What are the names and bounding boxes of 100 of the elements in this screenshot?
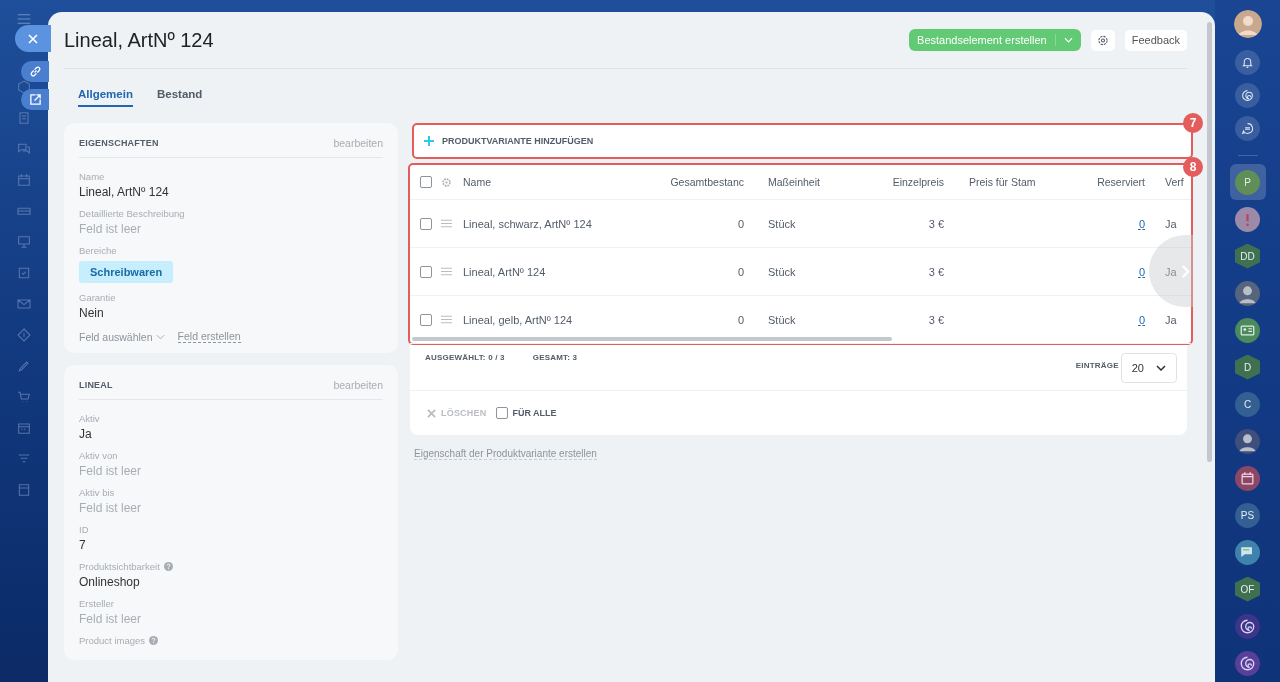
drag-handle-icon[interactable] — [441, 267, 452, 276]
chat-item[interactable]: DD — [1229, 238, 1266, 274]
contact-card-icon[interactable] — [1235, 317, 1260, 343]
sidebar-nav-icon[interactable] — [16, 265, 32, 281]
selected-count: AUSGEWÄHLT: 0 / 3 — [425, 353, 505, 362]
sidebar-nav-icon[interactable] — [16, 234, 32, 250]
sidebar-nav-icon[interactable] — [16, 141, 32, 157]
section-tag[interactable]: Schreibwaren — [79, 261, 174, 283]
column-header[interactable]: Gesamtbestanc — [643, 176, 744, 188]
user-avatar[interactable] — [1233, 10, 1262, 38]
drag-handle-icon[interactable] — [441, 219, 452, 228]
card-title: LINEAL — [79, 380, 113, 390]
field-label: Product images — [79, 635, 145, 646]
sidebar-nav-icon[interactable] — [16, 296, 32, 312]
reserved-link[interactable]: 0 — [1069, 217, 1145, 230]
person-avatar-icon[interactable] — [1235, 428, 1260, 454]
spiral-icon[interactable] — [1235, 83, 1260, 108]
field-value: 7 — [79, 538, 86, 552]
chat-item[interactable]: D — [1229, 349, 1266, 385]
sidebar-nav-icon[interactable] — [16, 482, 32, 498]
plus-icon — [424, 136, 434, 146]
sidebar-nav-icon[interactable] — [16, 327, 32, 343]
chat-avatar[interactable]: D — [1235, 354, 1260, 380]
feedback-button[interactable]: Feedback — [1124, 29, 1187, 51]
settings-icon[interactable] — [441, 176, 452, 188]
row-checkbox[interactable] — [420, 265, 432, 278]
field-value: Nein — [79, 306, 104, 320]
speech-bubble-icon[interactable] — [1235, 539, 1260, 565]
alert-icon[interactable] — [1235, 206, 1260, 232]
close-button[interactable] — [15, 25, 51, 52]
reserved-link[interactable]: 0 — [1069, 313, 1145, 326]
help-icon[interactable] — [163, 562, 173, 571]
sidebar-nav-icon[interactable] — [16, 358, 32, 374]
settings-icon — [1096, 33, 1109, 47]
settings-button[interactable] — [1090, 29, 1115, 51]
table-cell-text: 3 € — [927, 265, 944, 278]
field-value: Onlineshop — [79, 575, 140, 589]
sidebar-nav-icon[interactable] — [16, 389, 32, 405]
person-avatar-icon[interactable] — [1235, 280, 1260, 306]
tab[interactable]: Allgemein — [78, 86, 133, 107]
page-title: Lineal, ArtNº 124 — [64, 28, 215, 52]
table-cell-text: Stück — [767, 217, 797, 230]
entries-label: EINTRÄGE — [1075, 361, 1119, 370]
reserved-link[interactable]: 0 — [1069, 265, 1145, 278]
field-label: Aktiv bis — [79, 487, 115, 498]
chat-avatar[interactable]: C — [1235, 391, 1260, 417]
tab[interactable]: Bestand — [156, 86, 203, 107]
field-value: Feld ist leer — [79, 464, 142, 478]
open-external-button[interactable] — [21, 89, 49, 110]
for-all-checkbox[interactable] — [496, 407, 509, 419]
row-checkbox[interactable] — [420, 217, 432, 230]
table-cell-text: 0 — [736, 313, 744, 326]
sidebar-nav-icon[interactable] — [16, 172, 32, 188]
caret-icon[interactable] — [1063, 37, 1073, 43]
chat-avatar[interactable]: PS — [1235, 502, 1260, 528]
chat-swap-icon[interactable] — [1235, 116, 1260, 141]
card-title: EIGENSCHAFTEN — [79, 138, 159, 148]
link-button[interactable] — [21, 61, 49, 82]
column-header[interactable]: Preis für Stam — [944, 176, 1069, 188]
notification-bell-icon[interactable] — [1235, 50, 1260, 75]
column-header[interactable]: Einzelpreis — [868, 176, 944, 188]
table-cell: Ja — [1165, 313, 1177, 326]
link-icon — [28, 65, 42, 78]
column-header[interactable]: Verf — [1165, 176, 1184, 188]
sidebar-nav-icon[interactable] — [16, 420, 32, 436]
field-label: ID — [79, 524, 89, 535]
menu-icon[interactable] — [17, 14, 31, 24]
chat-item[interactable]: C — [1229, 386, 1266, 422]
table-cell-text: Lineal, gelb, ArtNº 124 — [463, 313, 574, 326]
calendar-icon[interactable] — [1235, 465, 1260, 491]
table-cell-text: Lineal, ArtNº 124 — [463, 265, 547, 278]
spiral-icon[interactable] — [1235, 613, 1260, 639]
chat-item[interactable]: P — [1229, 164, 1266, 200]
field-select-dropdown[interactable]: Feld auswählen — [79, 330, 165, 343]
row-checkbox[interactable] — [420, 313, 432, 326]
scroll-right-button[interactable] — [1149, 235, 1193, 307]
field-label: Garantie — [79, 292, 116, 303]
close-icon — [27, 32, 39, 45]
create-field-link[interactable]: Feld erstellen — [177, 330, 241, 343]
field-label: Aktiv — [79, 413, 100, 424]
chat-avatar[interactable]: DD — [1235, 243, 1260, 269]
field-value: Feld ist leer — [79, 501, 142, 515]
chat-item[interactable]: PS — [1229, 497, 1266, 533]
table-cell: Ja — [1165, 217, 1177, 230]
page-size-dropdown[interactable]: 20 — [1120, 353, 1177, 383]
spiral-icon[interactable] — [1235, 650, 1260, 676]
chat-item[interactable]: OF — [1229, 571, 1266, 607]
table-cell-text: 3 € — [927, 313, 944, 326]
field-value: Feld ist leer — [79, 612, 142, 626]
table-cell-text: Stück — [767, 265, 797, 278]
drag-handle-icon[interactable] — [441, 315, 452, 324]
column-header[interactable]: Maßeinheit — [744, 176, 868, 188]
sidebar-nav-icon[interactable] — [16, 110, 32, 126]
column-header[interactable]: Reserviert — [1069, 176, 1145, 188]
help-icon[interactable] — [149, 636, 158, 645]
chat-avatar[interactable]: OF — [1235, 576, 1260, 602]
chevron-right-icon — [1181, 263, 1190, 279]
select-all-checkbox[interactable] — [420, 176, 432, 188]
chat-avatar[interactable]: P — [1235, 169, 1260, 195]
column-header[interactable]: Name — [463, 176, 643, 188]
